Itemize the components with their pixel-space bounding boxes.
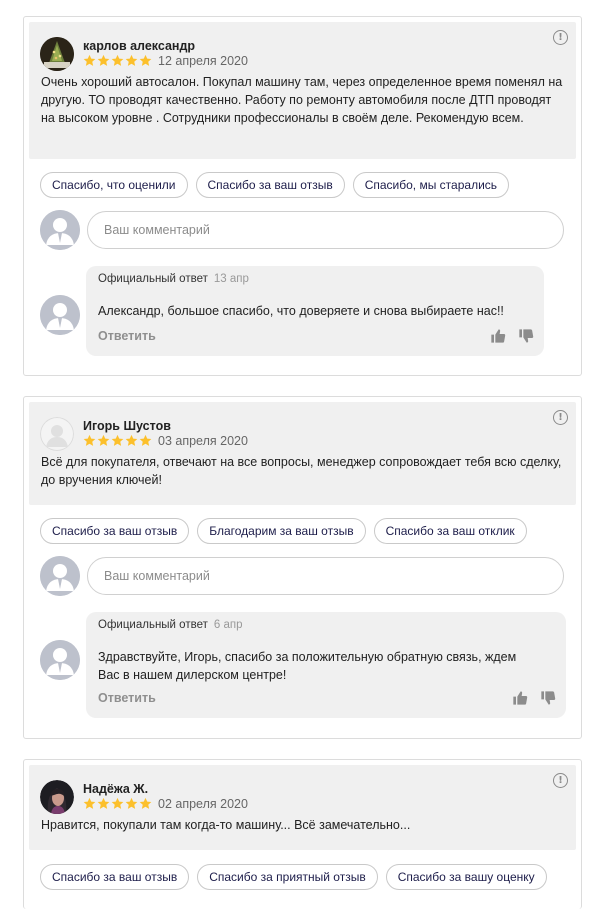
official-reply: Официальный ответ 6 апр Здравствуйте, Иго… — [86, 612, 566, 718]
author-name[interactable]: Игорь Шустов — [83, 419, 171, 433]
star-icon — [97, 54, 110, 66]
reply-reactions — [512, 690, 556, 706]
quick-reply-chip[interactable]: Спасибо за ваш отзыв — [40, 864, 190, 890]
author-name[interactable]: карлов александр — [83, 39, 195, 53]
star-icon — [139, 797, 152, 809]
star-icon — [83, 797, 96, 809]
thumbs-up-icon[interactable] — [490, 328, 506, 344]
review-date: 03 апреля 2020 — [158, 434, 248, 448]
review-card: ! Игорь Шустов 03 апреля 2020 Всё для по… — [23, 396, 582, 739]
comment-input[interactable] — [87, 557, 564, 595]
star-icon — [83, 434, 96, 446]
exclamation-circle-icon[interactable]: ! — [553, 410, 568, 425]
quick-replies: Спасибо, что оценили Спасибо за ваш отзы… — [40, 172, 510, 198]
official-reply: Официальный ответ 13 апр Александр, больш… — [86, 266, 544, 356]
review-body: ! карлов александр 12 апреля 2020 Очень … — [29, 22, 576, 159]
star-icon — [111, 54, 124, 66]
quick-reply-chip[interactable]: Спасибо за ваш отзыв — [40, 518, 190, 544]
reply-reactions — [490, 328, 534, 344]
rating-stars — [83, 797, 152, 810]
official-reply-label: Официальный ответ — [98, 273, 208, 285]
quick-reply-chip[interactable]: Спасибо за вашу оценку — [385, 864, 547, 890]
review-text: Нравится, покупали там когда-то машину..… — [41, 818, 411, 832]
thumbs-down-icon[interactable] — [540, 690, 556, 706]
star-icon — [125, 797, 138, 809]
star-icon — [125, 434, 138, 446]
quick-reply-chip[interactable]: Благодарим за ваш отзыв — [197, 518, 366, 544]
quick-reply-chip[interactable]: Спасибо, мы старались — [352, 172, 510, 198]
thumbs-down-icon[interactable] — [518, 328, 534, 344]
reply-button[interactable]: Ответить — [98, 329, 156, 343]
thumbs-up-icon[interactable] — [512, 690, 528, 706]
star-icon — [111, 797, 124, 809]
exclamation-circle-icon[interactable]: ! — [553, 773, 568, 788]
user-avatar-icon — [40, 556, 80, 596]
rating-stars — [83, 434, 152, 447]
quick-reply-chip[interactable]: Спасибо, что оценили — [40, 172, 188, 198]
rating-stars — [83, 54, 152, 67]
official-reply-date: 6 апр — [213, 619, 243, 631]
quick-replies: Спасибо за ваш отзыв Спасибо за приятный… — [40, 864, 547, 890]
avatar — [40, 417, 74, 451]
review-card: ! карлов александр 12 апреля 2020 Очень … — [23, 16, 582, 376]
official-reply-date: 13 апр — [213, 273, 249, 285]
reply-button[interactable]: Ответить — [98, 691, 156, 705]
author-name[interactable]: Надёжа Ж. — [83, 782, 148, 796]
star-icon — [139, 434, 152, 446]
quick-reply-chip[interactable]: Спасибо за приятный отзыв — [197, 864, 378, 890]
quick-reply-chip[interactable]: Спасибо за ваш отзыв — [195, 172, 345, 198]
exclamation-circle-icon[interactable]: ! — [553, 30, 568, 45]
official-reply-text: Александр, большое спасибо, что доверяет… — [98, 304, 504, 318]
review-body: ! Надёжа Ж. 02 апреля 2020 Нравится, пок… — [29, 765, 576, 850]
star-icon — [83, 54, 96, 66]
star-icon — [111, 434, 124, 446]
official-reply-header: Официальный ответ 13 апр — [98, 273, 249, 285]
star-icon — [139, 54, 152, 66]
review-body: ! Игорь Шустов 03 апреля 2020 Всё для по… — [29, 402, 576, 505]
avatar — [40, 37, 74, 71]
star-icon — [97, 797, 110, 809]
quick-replies: Спасибо за ваш отзыв Благодарим за ваш о… — [40, 518, 527, 544]
official-reply-header: Официальный ответ 6 апр — [98, 619, 242, 631]
star-icon — [125, 54, 138, 66]
official-reply-text: Здравствуйте, Игорь, спасибо за положите… — [98, 650, 517, 682]
review-date: 12 апреля 2020 — [158, 54, 248, 68]
user-avatar-icon — [40, 295, 80, 335]
quick-reply-chip[interactable]: Спасибо за ваш отклик — [373, 518, 527, 544]
avatar — [40, 780, 74, 814]
review-text: Очень хороший автосалон. Покупал машину … — [41, 75, 563, 125]
user-avatar-icon — [40, 640, 80, 680]
star-icon — [97, 434, 110, 446]
review-date: 02 апреля 2020 — [158, 797, 248, 811]
comment-input[interactable] — [87, 211, 564, 249]
review-text: Всё для покупателя, отвечают на все вопр… — [41, 455, 562, 487]
official-reply-label: Официальный ответ — [98, 619, 208, 631]
review-card: ! Надёжа Ж. 02 апреля 2020 Нравится, пок… — [23, 759, 582, 909]
user-avatar-icon — [40, 210, 80, 250]
